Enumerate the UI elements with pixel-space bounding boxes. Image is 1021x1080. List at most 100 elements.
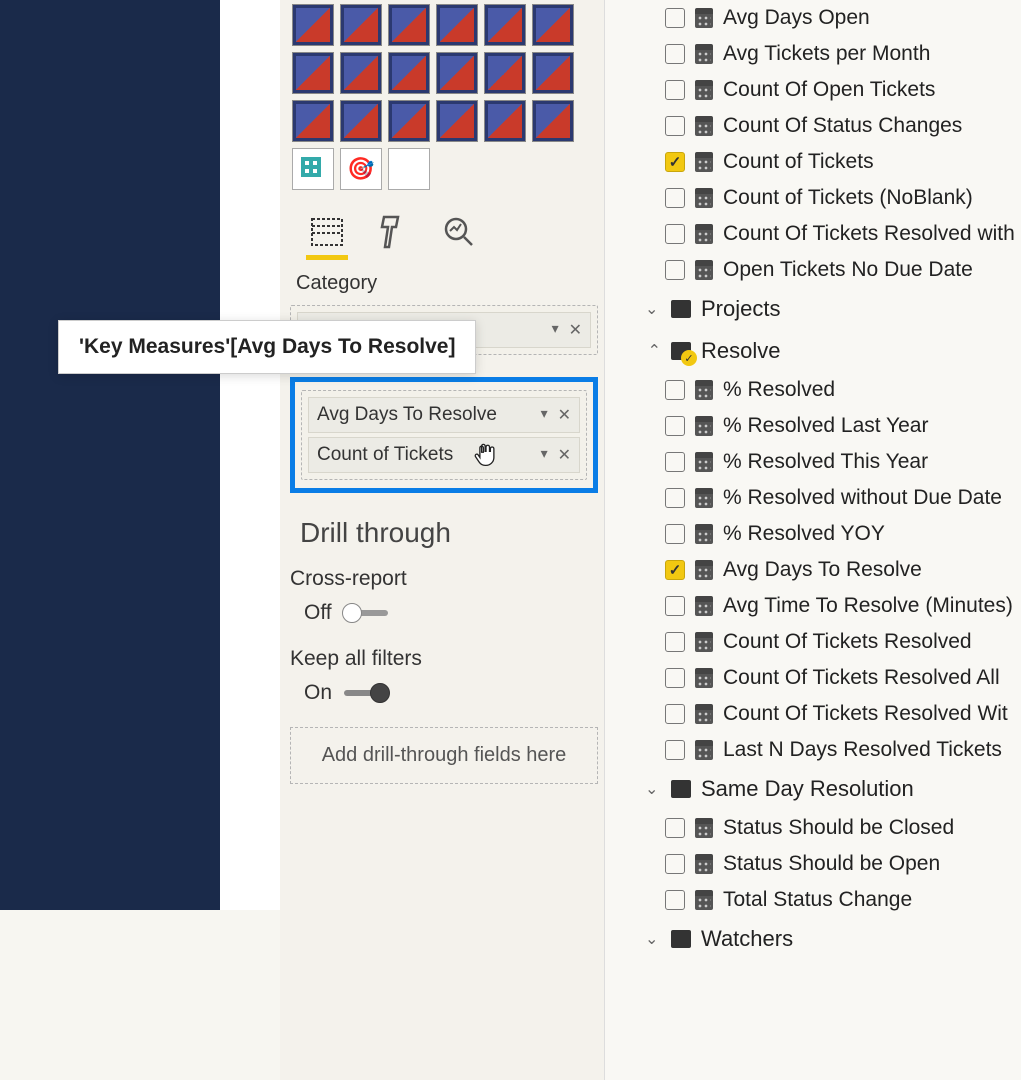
values-well[interactable]: Avg Days To Resolve ▾ ✕ Count of Tickets… bbox=[301, 390, 587, 480]
field-label: % Resolved without Due Date bbox=[723, 486, 1002, 510]
chevron-down-icon[interactable]: ▾ bbox=[541, 445, 548, 465]
viz-thumbnail[interactable] bbox=[388, 4, 430, 46]
viz-thumbnail[interactable]: 🎯 bbox=[340, 148, 382, 190]
viz-thumbnail[interactable] bbox=[340, 4, 382, 46]
drill-through-dropzone[interactable]: Add drill-through fields here bbox=[290, 727, 598, 784]
table-watchers[interactable]: ⌄ Watchers bbox=[613, 918, 1021, 960]
viz-thumbnail[interactable] bbox=[388, 148, 430, 190]
viz-thumbnail[interactable] bbox=[436, 4, 478, 46]
table-label: Watchers bbox=[701, 926, 793, 952]
field-row[interactable]: % Resolved This Year bbox=[613, 444, 1021, 480]
measure-icon bbox=[695, 188, 713, 208]
tab-analytics[interactable] bbox=[440, 212, 478, 252]
checkbox[interactable] bbox=[665, 452, 685, 472]
table-resolve[interactable]: ⌄ ✓ Resolve bbox=[613, 330, 1021, 372]
field-row[interactable]: % Resolved YOY bbox=[613, 516, 1021, 552]
checkbox[interactable] bbox=[665, 704, 685, 724]
checkbox[interactable] bbox=[665, 524, 685, 544]
toggle-track[interactable] bbox=[344, 610, 388, 616]
field-row[interactable]: Avg Days Open bbox=[613, 0, 1021, 36]
field-row[interactable]: % Resolved Last Year bbox=[613, 408, 1021, 444]
field-row[interactable]: % Resolved bbox=[613, 372, 1021, 408]
close-icon[interactable]: ✕ bbox=[569, 320, 582, 340]
cursor-hand-icon bbox=[472, 440, 500, 468]
field-row[interactable]: Last N Days Resolved Tickets bbox=[613, 732, 1021, 768]
cross-report-toggle[interactable]: Off bbox=[304, 601, 598, 625]
measure-icon bbox=[695, 488, 713, 508]
checkbox[interactable] bbox=[665, 380, 685, 400]
field-row[interactable]: Avg Time To Resolve (Minutes) bbox=[613, 588, 1021, 624]
keep-filters-label: Keep all filters bbox=[290, 647, 598, 671]
viz-thumbnail[interactable] bbox=[532, 100, 574, 142]
viz-thumbnail[interactable] bbox=[532, 4, 574, 46]
well-item-avg-days[interactable]: Avg Days To Resolve ▾ ✕ bbox=[308, 397, 580, 433]
measure-icon bbox=[695, 740, 713, 760]
checkbox[interactable] bbox=[665, 260, 685, 280]
field-row[interactable]: % Resolved without Due Date bbox=[613, 480, 1021, 516]
viz-type-grid: 🎯 bbox=[290, 0, 598, 194]
viz-thumbnail[interactable] bbox=[292, 4, 334, 46]
field-row[interactable]: Count Of Tickets Resolved All bbox=[613, 660, 1021, 696]
field-row[interactable]: Open Tickets No Due Date bbox=[613, 252, 1021, 288]
checkbox[interactable] bbox=[665, 416, 685, 436]
field-tooltip: 'Key Measures'[Avg Days To Resolve] bbox=[58, 320, 476, 374]
field-row[interactable]: Avg Tickets per Month bbox=[613, 36, 1021, 72]
field-row[interactable]: Count Of Tickets Resolved Wit bbox=[613, 696, 1021, 732]
viz-thumbnail[interactable] bbox=[340, 52, 382, 94]
checkbox[interactable] bbox=[665, 80, 685, 100]
checkbox[interactable] bbox=[665, 560, 685, 580]
field-row[interactable]: Status Should be Closed bbox=[613, 810, 1021, 846]
viz-thumbnail[interactable] bbox=[388, 52, 430, 94]
toggle-track[interactable] bbox=[344, 690, 388, 696]
close-icon[interactable]: ✕ bbox=[558, 445, 571, 465]
viz-thumbnail[interactable] bbox=[436, 100, 478, 142]
measure-icon bbox=[695, 8, 713, 28]
measure-icon bbox=[695, 596, 713, 616]
table-projects[interactable]: ⌄ Projects bbox=[613, 288, 1021, 330]
checkbox[interactable] bbox=[665, 8, 685, 28]
table-label: Projects bbox=[701, 296, 780, 322]
viz-thumbnail[interactable] bbox=[436, 52, 478, 94]
viz-thumbnail[interactable] bbox=[484, 4, 526, 46]
field-row[interactable]: Avg Days To Resolve bbox=[613, 552, 1021, 588]
viz-thumbnail[interactable] bbox=[484, 100, 526, 142]
field-row[interactable]: Count Of Open Tickets bbox=[613, 72, 1021, 108]
viz-thumbnail[interactable] bbox=[292, 148, 334, 190]
checkbox[interactable] bbox=[665, 818, 685, 838]
checkbox[interactable] bbox=[665, 890, 685, 910]
viz-thumbnail[interactable] bbox=[292, 100, 334, 142]
checkbox[interactable] bbox=[665, 116, 685, 136]
viz-thumbnail[interactable] bbox=[340, 100, 382, 142]
tab-fields[interactable] bbox=[308, 212, 346, 252]
viz-thumbnail[interactable] bbox=[484, 52, 526, 94]
checkbox[interactable] bbox=[665, 152, 685, 172]
checkbox[interactable] bbox=[665, 224, 685, 244]
table-same-day[interactable]: ⌄ Same Day Resolution bbox=[613, 768, 1021, 810]
tab-format[interactable] bbox=[374, 212, 412, 252]
field-row[interactable]: Count Of Status Changes bbox=[613, 108, 1021, 144]
field-row[interactable]: Count Of Tickets Resolved bbox=[613, 624, 1021, 660]
checkbox[interactable] bbox=[665, 488, 685, 508]
checkbox[interactable] bbox=[665, 632, 685, 652]
close-icon[interactable]: ✕ bbox=[558, 405, 571, 425]
field-row[interactable]: Status Should be Open bbox=[613, 846, 1021, 882]
well-item-count-tickets[interactable]: Count of Tickets ▾ ✕ bbox=[308, 437, 580, 473]
keep-filters-toggle[interactable]: On bbox=[304, 681, 598, 705]
viz-thumbnail[interactable] bbox=[388, 100, 430, 142]
viz-thumbnail[interactable] bbox=[532, 52, 574, 94]
checkbox[interactable] bbox=[665, 854, 685, 874]
checkbox[interactable] bbox=[665, 188, 685, 208]
field-row[interactable]: Total Status Change bbox=[613, 882, 1021, 918]
checkbox[interactable] bbox=[665, 740, 685, 760]
checkbox[interactable] bbox=[665, 44, 685, 64]
chevron-down-icon[interactable]: ▾ bbox=[541, 405, 548, 425]
field-row[interactable]: Count of Tickets (NoBlank) bbox=[613, 180, 1021, 216]
field-label: Avg Days Open bbox=[723, 6, 870, 30]
viz-thumbnail[interactable] bbox=[292, 52, 334, 94]
chevron-down-icon[interactable]: ▾ bbox=[552, 320, 559, 340]
field-row[interactable]: Count of Tickets bbox=[613, 144, 1021, 180]
checkbox[interactable] bbox=[665, 596, 685, 616]
checkbox[interactable] bbox=[665, 668, 685, 688]
field-label: % Resolved Last Year bbox=[723, 414, 928, 438]
field-row[interactable]: Count Of Tickets Resolved with bbox=[613, 216, 1021, 252]
